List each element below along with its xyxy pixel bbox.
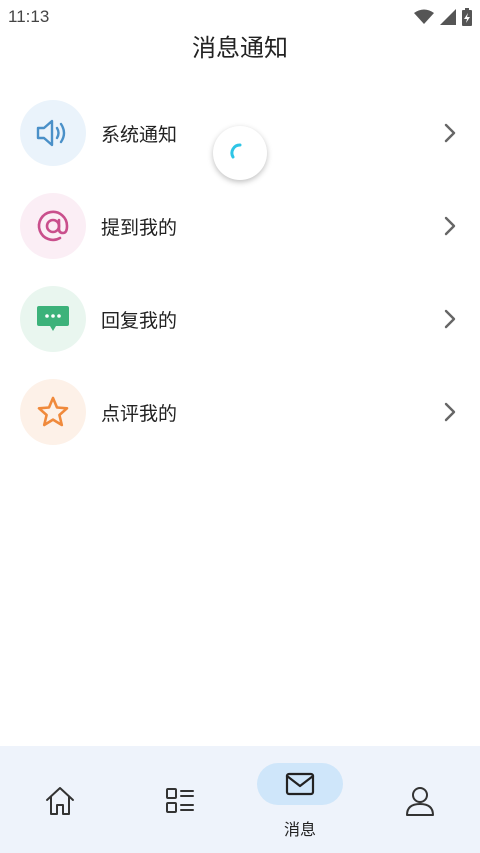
mentions-label: 提到我的 — [101, 217, 178, 239]
mentions-icon-circle — [20, 193, 86, 259]
chevron-right-icon — [444, 216, 456, 236]
nav-messages-label: 消息 — [283, 820, 316, 839]
loading-spinner-icon — [230, 143, 242, 159]
chevron-right-icon — [444, 309, 456, 329]
battery-charging-icon — [462, 8, 472, 26]
nav-list[interactable] — [120, 746, 240, 853]
at-sign-icon — [37, 210, 69, 242]
page-title: 消息通知 — [192, 34, 288, 62]
user-icon — [406, 787, 434, 816]
loading-indicator — [213, 126, 267, 180]
star-icon — [37, 396, 69, 427]
bottom-navigation: 消息 — [0, 746, 480, 853]
chat-bubble-icon — [37, 306, 69, 331]
cell-signal-icon — [440, 9, 456, 25]
status-icons — [414, 8, 472, 26]
list-icon — [166, 788, 194, 813]
replies-icon-circle — [20, 286, 86, 352]
chevron-right-icon — [444, 123, 456, 143]
home-icon — [46, 787, 74, 815]
system-notification-icon-circle — [20, 100, 86, 166]
chevron-right-icon — [444, 402, 456, 422]
user-icon-wrap — [403, 784, 437, 818]
nav-messages[interactable]: 消息 — [240, 746, 360, 853]
reviews-label: 点评我的 — [101, 403, 178, 425]
speaker-icon — [36, 119, 66, 147]
system-notification-label: 系统通知 — [101, 124, 178, 146]
replies-item[interactable]: 回复我的 — [0, 284, 480, 377]
status-time: 11:13 — [8, 7, 50, 26]
mentions-item[interactable]: 提到我的 — [0, 191, 480, 284]
list-icon-wrap — [163, 784, 197, 818]
replies-label: 回复我的 — [101, 310, 178, 332]
nav-home[interactable] — [0, 746, 120, 853]
reviews-item[interactable]: 点评我的 — [0, 377, 480, 470]
home-icon-wrap — [43, 784, 77, 818]
nav-active-indicator — [257, 763, 343, 805]
wifi-icon — [414, 9, 434, 24]
nav-profile[interactable] — [360, 746, 480, 853]
reviews-icon-circle — [20, 379, 86, 445]
mail-icon — [285, 772, 315, 796]
